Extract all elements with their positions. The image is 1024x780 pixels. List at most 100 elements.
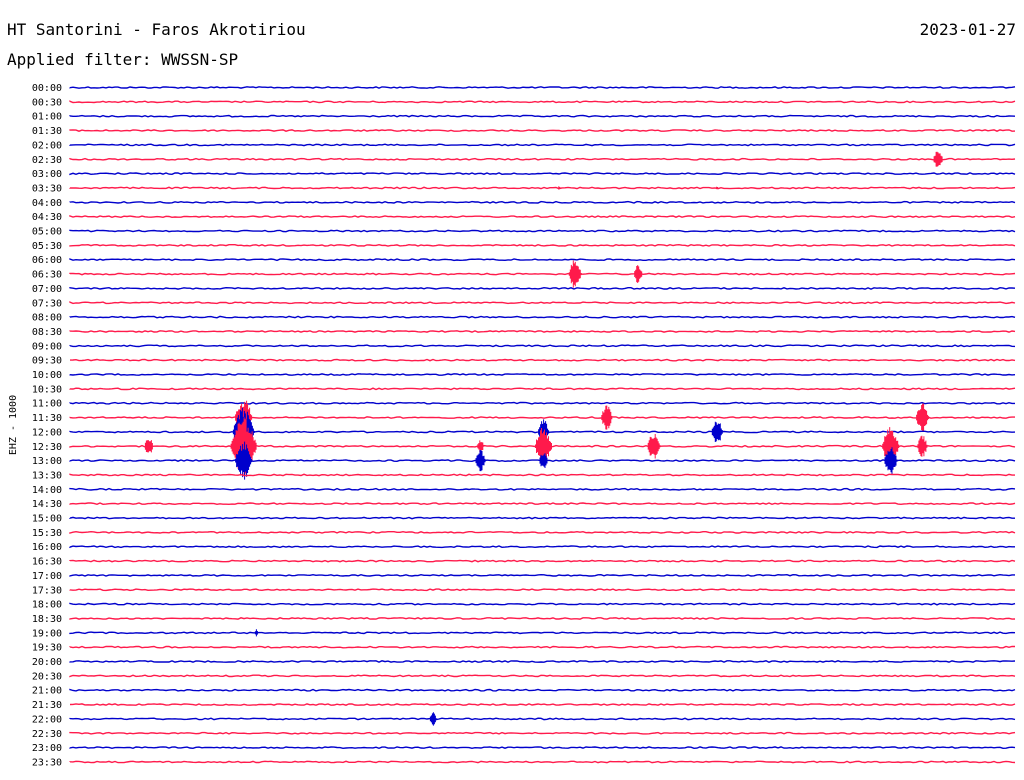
time-label: 01:00 [32,112,62,123]
trace-line [69,746,1016,750]
time-label: 12:00 [32,427,62,438]
time-label: 05:30 [32,241,62,252]
trace-line [69,559,1016,563]
trace-line [69,717,1016,721]
seismic-event [144,440,153,453]
time-label: 13:30 [32,470,62,481]
trace-line [69,602,1016,606]
trace-line [69,301,1016,305]
trace-line [69,760,1016,764]
time-label: 19:30 [32,643,62,654]
trace-line [69,344,1016,348]
time-label: 17:00 [32,571,62,582]
trace-line [69,186,1016,190]
trace-line [69,631,1016,635]
time-label: 22:00 [32,714,62,725]
time-label: 16:00 [32,542,62,553]
seismic-event [429,712,437,726]
trace-line [69,688,1016,692]
trace-line [69,401,1015,405]
time-label: 12:30 [32,442,62,453]
trace-line [69,100,1016,104]
seismic-event [634,265,643,283]
time-label: 23:30 [32,757,62,768]
trace-line [69,243,1016,247]
trace-line [69,272,1016,276]
time-label: 14:30 [32,499,62,510]
time-label: 09:00 [32,341,62,352]
time-label: 18:30 [32,614,62,625]
time-label: 22:30 [32,729,62,740]
trace-line [69,545,1015,549]
trace-line [69,502,1016,506]
time-label: 21:00 [32,686,62,697]
time-label: 16:30 [32,557,62,568]
trace-line [69,516,1015,520]
trace-line [69,487,1016,491]
time-label: 08:00 [32,313,62,324]
channel-label: EHZ - 1000 [8,395,19,455]
time-label: 19:00 [32,628,62,639]
time-label: 13:00 [32,456,62,467]
time-label: 03:00 [32,169,62,180]
trace-line [69,573,1015,577]
time-label: 10:30 [32,384,62,395]
trace-line [69,473,1015,477]
trace-line [69,143,1016,147]
trace-line [69,157,1016,161]
seismic-event [916,403,930,432]
trace-line [69,215,1016,219]
time-label: 11:30 [32,413,62,424]
trace-line [69,588,1016,592]
trace-line [69,373,1016,376]
trace-line [69,416,1015,419]
trace-line [69,330,1016,333]
time-label: 05:00 [32,227,62,238]
trace-line [69,660,1016,663]
trace-line [69,645,1015,649]
time-label: 02:30 [32,155,62,166]
trace-line [69,172,1016,176]
time-label: 10:00 [32,370,62,381]
seismic-event [711,421,723,442]
trace-line [69,315,1016,319]
time-label: 00:30 [32,97,62,108]
time-label: 07:30 [32,298,62,309]
time-label: 04:30 [32,212,62,223]
trace-line [69,617,1016,620]
trace-line [69,200,1016,204]
trace-line [69,258,1016,262]
time-label: 03:30 [32,183,62,194]
time-label: 11:00 [32,399,62,410]
trace-line [69,387,1016,391]
time-label: 08:30 [32,327,62,338]
time-label: 14:00 [32,485,62,496]
time-label: 02:00 [32,140,62,151]
seismic-event [933,151,943,167]
time-label: 17:30 [32,585,62,596]
seismic-event [601,405,613,430]
helicorder-plot: 00:00 00:30 01:00 01:30 02:00 02:30 03:00 03:30… [8,83,1016,768]
time-label: 23:00 [32,743,62,754]
trace-line [69,129,1016,132]
trace-line [69,86,1016,89]
time-label: 06:00 [32,255,62,266]
seismic-event [568,260,582,288]
trace-line [69,229,1016,233]
time-label: 21:30 [32,700,62,711]
time-label: 04:00 [32,198,62,209]
time-label: 15:00 [32,514,62,525]
time-label: 20:30 [32,671,62,682]
time-label: 00:00 [32,83,62,94]
seismic-event [917,435,928,457]
trace-line [69,703,1016,706]
seismic-event [475,450,486,472]
trace-line [69,286,1016,290]
seismic-event [647,434,661,459]
time-label-group: 00:00 00:30 01:00 01:30 02:00 02:30 03:00 03:30… [32,83,62,768]
time-label: 20:00 [32,657,62,668]
time-label: 07:00 [32,284,62,295]
trace-line [69,114,1016,118]
time-label: 15:30 [32,528,62,539]
trace-line [69,674,1016,678]
